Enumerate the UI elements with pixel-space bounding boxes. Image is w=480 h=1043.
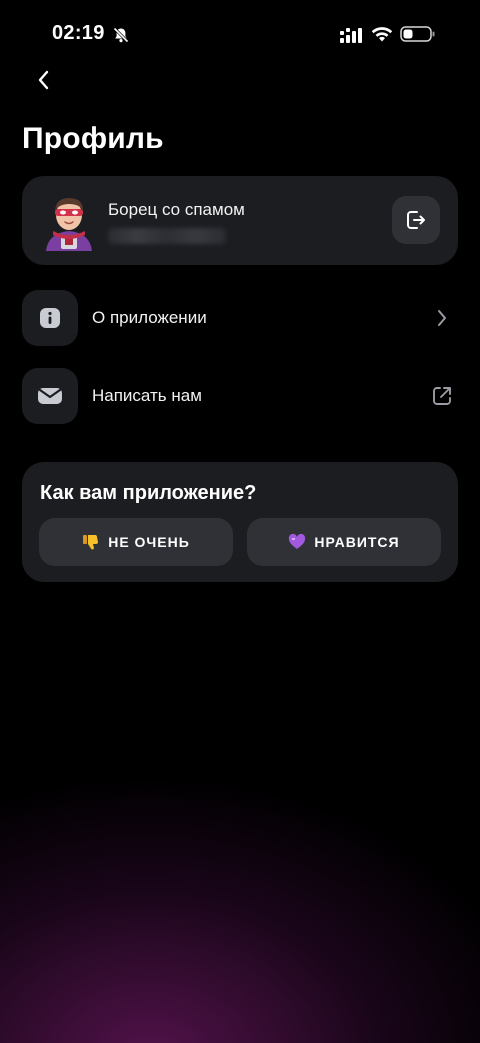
back-button[interactable] bbox=[30, 66, 58, 94]
thumbs-down-icon bbox=[83, 535, 99, 550]
like-button[interactable]: НРАВИТСЯ bbox=[247, 518, 441, 566]
logout-icon bbox=[407, 211, 425, 229]
menu-item-label: О приложении bbox=[92, 308, 207, 327]
cellular-signal-icon bbox=[340, 28, 362, 43]
rating-question: Как вам приложение? bbox=[40, 482, 257, 504]
rating-card: Как вам приложение? НЕ ОЧЕНЬ НРАВИТСЯ bbox=[22, 462, 458, 582]
menu-item-icon-box bbox=[22, 368, 78, 424]
external-link-icon bbox=[430, 384, 454, 408]
profile-name: Борец со спамом bbox=[108, 200, 245, 219]
bell-muted-icon bbox=[113, 27, 129, 43]
dislike-label: НЕ ОЧЕНЬ bbox=[108, 534, 190, 550]
profile-contact-redacted bbox=[108, 228, 226, 244]
menu-item-label: Написать нам bbox=[92, 386, 202, 405]
menu-item-icon-box bbox=[22, 290, 78, 346]
status-bar: 02:19 bbox=[0, 0, 480, 70]
purple-heart-icon bbox=[289, 533, 306, 549]
menu-item-about[interactable]: О приложении bbox=[22, 290, 458, 346]
chevron-right-icon bbox=[430, 306, 454, 330]
status-time: 02:19 bbox=[52, 22, 105, 44]
menu-item-contact[interactable]: Написать нам bbox=[22, 368, 458, 424]
chevron-left-icon bbox=[38, 70, 49, 90]
info-icon bbox=[40, 308, 60, 328]
wifi-icon bbox=[371, 27, 393, 42]
mail-icon bbox=[38, 388, 62, 404]
logout-button[interactable] bbox=[392, 196, 440, 244]
profile-card: Борец со спамом bbox=[22, 176, 458, 265]
like-label: НРАВИТСЯ bbox=[314, 534, 400, 550]
battery-icon bbox=[400, 26, 435, 42]
page-title: Профиль bbox=[22, 122, 164, 155]
avatar bbox=[46, 198, 92, 251]
dislike-button[interactable]: НЕ ОЧЕНЬ bbox=[39, 518, 233, 566]
